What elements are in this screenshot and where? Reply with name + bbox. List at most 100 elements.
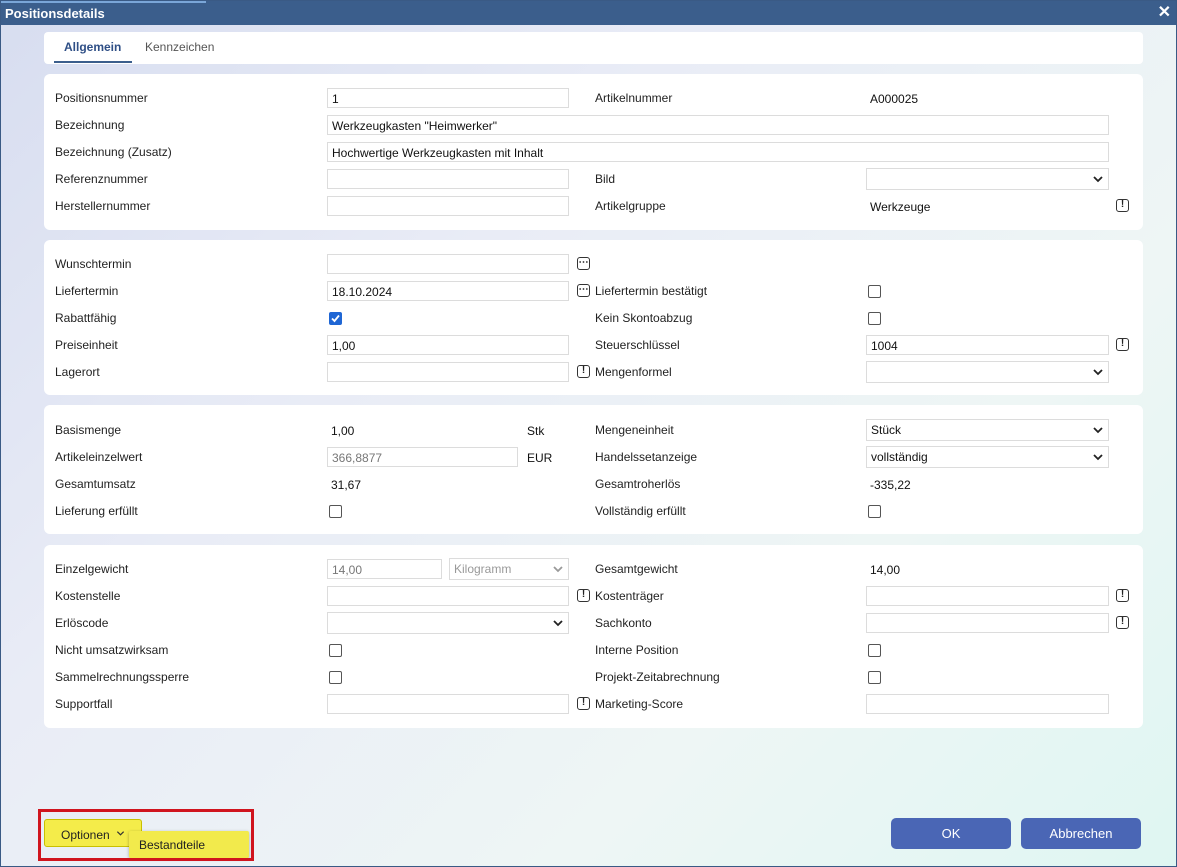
- nicht-umsatzwirksam-checkbox[interactable]: [329, 644, 342, 657]
- chevron-down-icon: [1093, 427, 1103, 434]
- mengenformel-select[interactable]: [866, 361, 1109, 383]
- mengeneinheit-select[interactable]: Stück: [866, 419, 1109, 441]
- tab-kennzeichen[interactable]: Kennzeichen: [145, 40, 214, 54]
- label-kostenstelle: Kostenstelle: [55, 589, 121, 603]
- label-bezeichnung-zusatz: Bezeichnung (Zusatz): [55, 145, 172, 159]
- date-picker-icon[interactable]: ⋯: [577, 257, 590, 270]
- steuerschluessel-field[interactable]: 1004: [866, 335, 1109, 355]
- label-bezeichnung: Bezeichnung: [55, 118, 125, 132]
- herstellernummer-field[interactable]: [327, 196, 569, 216]
- date-picker-icon[interactable]: ⋯: [577, 284, 590, 297]
- handelssetanzeige-select-value: vollständig: [871, 450, 928, 464]
- sammelrechnungssperre-checkbox[interactable]: [329, 671, 342, 684]
- label-sachkonto: Sachkonto: [595, 616, 652, 630]
- bild-select[interactable]: [866, 168, 1109, 190]
- label-marketing-score: Marketing-Score: [595, 697, 684, 711]
- label-artikeleinzelwert: Artikeleinzelwert: [55, 450, 143, 464]
- projekt-zeitabrechnung-checkbox[interactable]: [868, 671, 881, 684]
- label-rabattfaehig: Rabattfähig: [55, 311, 117, 325]
- gesamtgewicht-value: 14,00: [870, 563, 901, 577]
- gewichtseinheit-select-value: Kilogramm: [454, 562, 512, 576]
- tab-bar: Allgemein Kennzeichen: [44, 32, 1143, 64]
- lagerort-field[interactable]: [327, 362, 569, 382]
- label-nicht-umsatzwirksam: Nicht umsatzwirksam: [55, 643, 169, 657]
- label-kein-skontoabzug: Kein Skontoabzug: [595, 311, 693, 325]
- erloescode-select[interactable]: [327, 612, 569, 634]
- bezeichnung-zusatz-field[interactable]: Hochwertige Werkzeugkasten mit Inhalt: [327, 142, 1109, 162]
- label-lagerort: Lagerort: [55, 365, 100, 379]
- mengeneinheit-select-value: Stück: [871, 423, 902, 437]
- abbrechen-button[interactable]: Abbrechen: [1021, 818, 1141, 849]
- card-termine: Wunschtermin ⋯ Liefertermin 18.10.2024 ⋯…: [44, 240, 1143, 395]
- rabattfaehig-checkbox[interactable]: [329, 312, 342, 325]
- chevron-down-icon: [553, 620, 563, 627]
- label-kostentraeger: Kostenträger: [595, 589, 664, 603]
- gesamtumsatz-value: 31,67: [331, 478, 362, 492]
- basismenge-value: 1,00: [331, 424, 355, 438]
- info-icon[interactable]: !: [1116, 338, 1129, 351]
- info-icon[interactable]: !: [577, 589, 590, 602]
- kein-skontoabzug-checkbox[interactable]: [868, 312, 881, 325]
- card-artikel: Positionsnummer 1 Artikelnummer A000025 …: [44, 74, 1143, 230]
- kostenstelle-field[interactable]: [327, 586, 569, 606]
- label-bild: Bild: [595, 172, 616, 186]
- kostentraeger-field[interactable]: [866, 586, 1109, 606]
- gesamtroherloes-value: -335,22: [870, 478, 911, 492]
- chevron-down-icon: [1093, 176, 1103, 183]
- label-steuerschluessel: Steuerschlüssel: [595, 338, 680, 352]
- label-lieferung-erfuellt: Lieferung erfüllt: [55, 504, 138, 518]
- wunschtermin-field[interactable]: [327, 254, 569, 274]
- handelssetanzeige-select[interactable]: vollständig: [866, 446, 1109, 468]
- close-icon[interactable]: ✕: [1158, 4, 1171, 22]
- label-liefertermin-bestaetigt: Liefertermin bestätigt: [595, 284, 708, 298]
- tab-allgemein[interactable]: Allgemein: [64, 40, 121, 54]
- lieferung-erfuellt-checkbox[interactable]: [329, 505, 342, 518]
- info-icon[interactable]: !: [1116, 199, 1129, 212]
- artikelgruppe-value: Werkzeuge: [870, 200, 931, 214]
- chevron-down-icon: [553, 566, 563, 573]
- gewichtseinheit-select: Kilogramm: [449, 558, 569, 580]
- chevron-down-icon: [1093, 369, 1103, 376]
- dialog-title: Positionsdetails: [5, 6, 105, 21]
- label-liefertermin: Liefertermin: [55, 284, 119, 298]
- label-artikelnummer: Artikelnummer: [595, 91, 673, 105]
- label-preiseinheit: Preiseinheit: [55, 338, 118, 352]
- label-projekt-zeitabrechnung: Projekt-Zeitabrechnung: [595, 670, 720, 684]
- label-gesamtumsatz: Gesamtumsatz: [55, 477, 136, 491]
- liefertermin-field[interactable]: 18.10.2024: [327, 281, 569, 301]
- highlight-box: [38, 809, 254, 861]
- label-positionsnummer: Positionsnummer: [55, 91, 148, 105]
- label-erloescode: Erlöscode: [55, 616, 109, 630]
- positionsdetails-dialog: Positionsdetails ✕ Allgemein Kennzeichen…: [0, 0, 1177, 867]
- liefertermin-bestaetigt-checkbox[interactable]: [868, 285, 881, 298]
- artikeleinzelwert-unit: EUR: [527, 451, 553, 465]
- supportfall-field[interactable]: [327, 694, 569, 714]
- label-vollstaendig-erfuellt: Vollständig erfüllt: [595, 504, 686, 518]
- interne-position-checkbox[interactable]: [868, 644, 881, 657]
- info-icon[interactable]: !: [577, 697, 590, 710]
- info-icon[interactable]: !: [577, 365, 590, 378]
- label-herstellernummer: Herstellernummer: [55, 199, 151, 213]
- label-sammelrechnungssperre: Sammelrechnungssperre: [55, 670, 190, 684]
- label-referenznummer: Referenznummer: [55, 172, 148, 186]
- label-gesamtroherloes: Gesamtroherlös: [595, 477, 681, 491]
- bezeichnung-field[interactable]: Werkzeugkasten "Heimwerker": [327, 115, 1109, 135]
- info-icon[interactable]: !: [1116, 616, 1129, 629]
- positionsnummer-field[interactable]: 1: [327, 88, 569, 108]
- label-mengeneinheit: Mengeneinheit: [595, 423, 674, 437]
- title-bar: Positionsdetails ✕: [1, 1, 1176, 25]
- label-interne-position: Interne Position: [595, 643, 679, 657]
- marketing-score-field[interactable]: [866, 694, 1109, 714]
- label-einzelgewicht: Einzelgewicht: [55, 562, 129, 576]
- title-bar-accent: [1, 1, 206, 3]
- preiseinheit-field[interactable]: 1,00: [327, 335, 569, 355]
- ok-button[interactable]: OK: [891, 818, 1011, 849]
- referenznummer-field[interactable]: [327, 169, 569, 189]
- artikelnummer-value: A000025: [870, 92, 919, 106]
- label-supportfall: Supportfall: [55, 697, 113, 711]
- label-gesamtgewicht: Gesamtgewicht: [595, 562, 678, 576]
- vollstaendig-erfuellt-checkbox[interactable]: [868, 505, 881, 518]
- einzelgewicht-field: 14,00: [327, 559, 442, 579]
- sachkonto-field[interactable]: [866, 613, 1109, 633]
- info-icon[interactable]: !: [1116, 589, 1129, 602]
